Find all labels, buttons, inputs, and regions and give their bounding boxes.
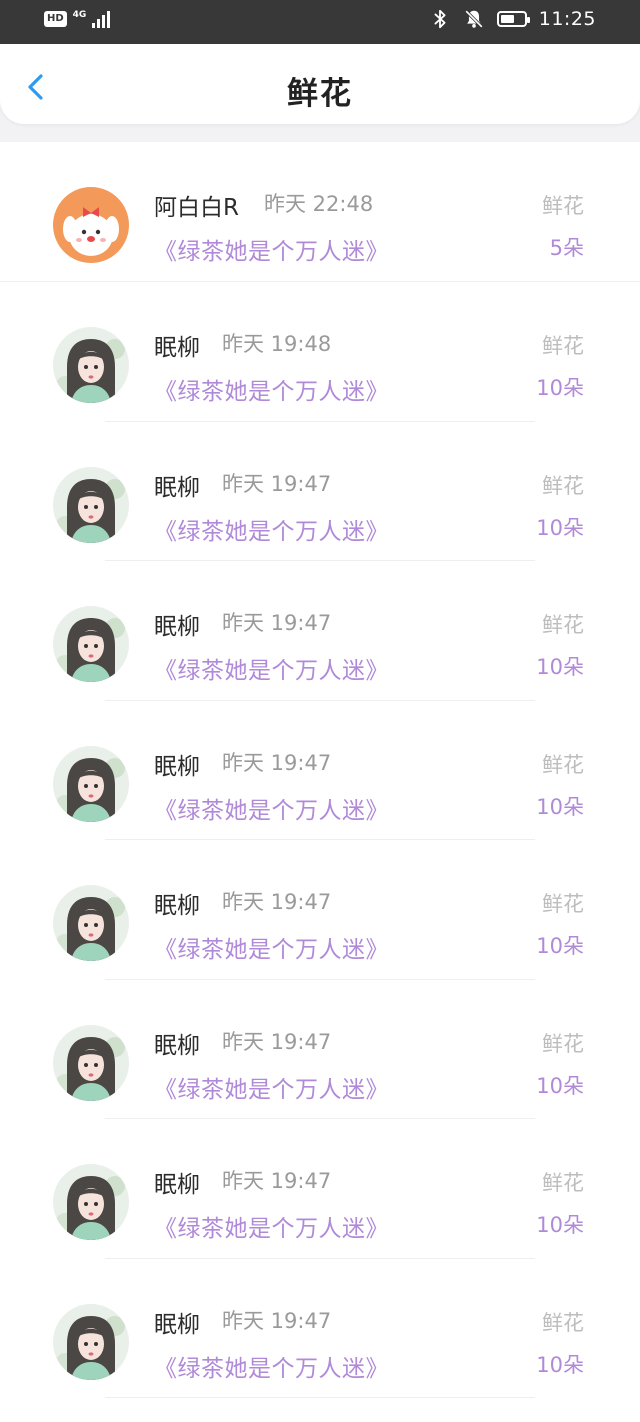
girl-avatar (53, 885, 129, 961)
user-name: 眠柳 (154, 753, 200, 780)
book-title: 《绿茶她是个万人迷》 (154, 518, 389, 545)
hd-badge: HD (44, 11, 67, 27)
flower-count: 10朵 (536, 1213, 584, 1237)
flower-count: 10朵 (536, 376, 584, 400)
user-name: 眠柳 (154, 335, 200, 361)
book-title: 《绿茶她是个万人迷》 (154, 1355, 389, 1382)
page-title: 鲜花 (287, 76, 353, 112)
list-item[interactable]: 眠柳 昨天 19:47 《绿茶她是个万人迷》 鲜花 10朵 (0, 1119, 640, 1259)
book-title: 《绿茶她是个万人迷》 (154, 239, 389, 265)
user-name: 眠柳 (154, 1172, 200, 1198)
status-bar-right: 11:25 (429, 8, 596, 30)
gift-type-label: 鲜花 (542, 334, 584, 358)
gift-type-label: 鲜花 (542, 892, 584, 916)
flower-count: 10朵 (536, 934, 584, 958)
bluetooth-icon (434, 9, 446, 29)
battery-icon (496, 11, 530, 27)
gift-type-label: 鲜花 (542, 752, 584, 777)
timestamp: 昨天 19:47 (222, 471, 332, 496)
timestamp: 昨天 19:47 (222, 890, 332, 914)
flower-count: 10朵 (536, 515, 584, 540)
list-item[interactable]: 眠柳 昨天 19:47 《绿茶她是个万人迷》 鲜花 10朵 (0, 561, 640, 701)
timestamp: 昨天 19:47 (222, 1169, 332, 1193)
battery-level-fill (500, 15, 514, 23)
flower-count: 10朵 (536, 794, 584, 819)
gift-type-label: 鲜花 (542, 1171, 584, 1195)
divider (105, 1397, 535, 1398)
user-name: 眠柳 (154, 1311, 200, 1338)
flower-record-list: 阿白白R 昨天 22:48 《绿茶她是个万人迷》 鲜花 5朵 眠柳 昨天 19:48 《绿茶… (0, 142, 640, 1398)
signal-icon (92, 10, 111, 28)
girl-avatar (53, 1024, 129, 1101)
flower-count: 10朵 (536, 1073, 584, 1098)
avatar[interactable] (53, 1303, 129, 1380)
mute-notification-icon (464, 10, 483, 28)
book-title: 《绿茶她是个万人迷》 (154, 797, 389, 824)
user-name: 眠柳 (154, 614, 200, 640)
list-item[interactable]: 阿白白R 昨天 22:48 《绿茶她是个万人迷》 鲜花 5朵 (0, 142, 640, 282)
status-clock: 11:25 (538, 8, 596, 30)
book-title: 《绿茶她是个万人迷》 (154, 1216, 389, 1242)
gift-type-label: 鲜花 (542, 473, 584, 498)
timestamp: 昨天 19:47 (222, 1308, 332, 1333)
book-title: 《绿茶她是个万人迷》 (154, 379, 389, 405)
user-name: 眠柳 (154, 1032, 200, 1059)
flower-count: 10朵 (536, 655, 584, 679)
header-area: 鲜花 (0, 44, 640, 142)
list-item[interactable]: 眠柳 昨天 19:47 《绿茶她是个万人迷》 鲜花 10朵 (0, 422, 640, 561)
header: 鲜花 (0, 44, 640, 124)
avatar[interactable] (53, 885, 129, 961)
status-bar: HD 4G 11:25 (0, 0, 640, 44)
avatar[interactable] (53, 327, 129, 403)
girl-avatar (53, 606, 129, 682)
list-item[interactable]: 眠柳 昨天 19:47 《绿茶她是个万人迷》 鲜花 10朵 (0, 980, 640, 1119)
list-item[interactable]: 眠柳 昨天 19:47 《绿茶她是个万人迷》 鲜花 10朵 (0, 1259, 640, 1398)
gift-type-label: 鲜花 (542, 194, 584, 218)
flower-count: 10朵 (536, 1352, 584, 1377)
girl-avatar (53, 1303, 129, 1380)
gift-type-label: 鲜花 (542, 1310, 584, 1335)
timestamp: 昨天 19:47 (222, 750, 332, 775)
user-name: 阿白白R (154, 195, 239, 221)
avatar[interactable] (53, 466, 129, 543)
gift-type-label: 鲜花 (542, 1031, 584, 1056)
user-name: 眠柳 (154, 474, 200, 501)
list-item[interactable]: 眠柳 昨天 19:48 《绿茶她是个万人迷》 鲜花 10朵 (0, 282, 640, 422)
avatar[interactable] (53, 745, 129, 822)
flower-count: 5朵 (549, 236, 584, 260)
timestamp: 昨天 19:48 (222, 332, 332, 356)
timestamp: 昨天 22:48 (264, 192, 374, 216)
girl-avatar (53, 1164, 129, 1240)
girl-avatar (53, 327, 129, 403)
girl-avatar (53, 466, 129, 543)
avatar[interactable] (53, 187, 129, 263)
list-item[interactable]: 眠柳 昨天 19:47 《绿茶她是个万人迷》 鲜花 10朵 (0, 840, 640, 980)
timestamp: 昨天 19:47 (222, 1029, 332, 1054)
avatar[interactable] (53, 1024, 129, 1101)
girl-avatar (53, 745, 129, 822)
gift-type-label: 鲜花 (542, 613, 584, 637)
white-dog-avatar (53, 187, 129, 263)
status-bar-left: HD 4G (44, 9, 111, 28)
user-name: 眠柳 (154, 893, 200, 919)
timestamp: 昨天 19:47 (222, 611, 332, 635)
avatar[interactable] (53, 1164, 129, 1240)
network-type-label: 4G (72, 9, 87, 20)
list-item[interactable]: 眠柳 昨天 19:47 《绿茶她是个万人迷》 鲜花 10朵 (0, 701, 640, 840)
avatar[interactable] (53, 606, 129, 682)
book-title: 《绿茶她是个万人迷》 (154, 1076, 389, 1103)
book-title: 《绿茶她是个万人迷》 (154, 937, 389, 963)
book-title: 《绿茶她是个万人迷》 (154, 658, 389, 684)
